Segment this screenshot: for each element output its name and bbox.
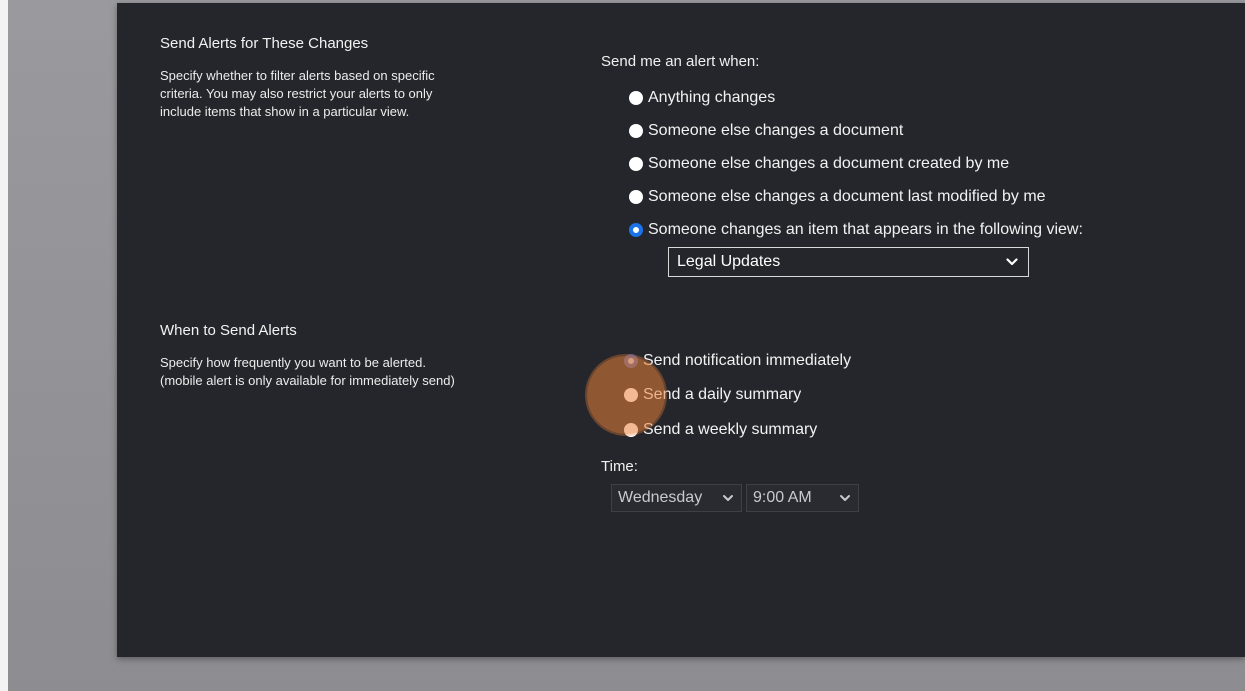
radio-document-last-modified-by-me[interactable]: Someone else changes a document last mod… — [629, 186, 1046, 208]
radio-button[interactable] — [624, 423, 638, 437]
day-select[interactable]: Wednesday — [611, 484, 742, 512]
radio-document-created-by-me[interactable]: Someone else changes a document created … — [629, 153, 1009, 175]
when-section-title: When to Send Alerts — [160, 322, 297, 339]
alerts-section-description: Specify whether to filter alerts based o… — [160, 67, 560, 121]
time-label: Time: — [601, 458, 638, 475]
radio-button-selected[interactable] — [629, 223, 643, 237]
alert-when-prompt: Send me an alert when: — [601, 53, 760, 70]
view-select[interactable]: Legal Updates — [668, 247, 1029, 277]
chevron-down-icon — [840, 495, 850, 501]
radio-label: Send a weekly summary — [643, 421, 818, 438]
alerts-section-title: Send Alerts for These Changes — [160, 35, 369, 52]
radio-label: Someone else changes a document created … — [648, 155, 1010, 172]
radio-weekly-summary[interactable]: Send a weekly summary — [624, 419, 817, 441]
description-line: Specify how frequently you want to be al… — [160, 355, 426, 370]
radio-label: Send notification immediately — [643, 352, 852, 369]
radio-label: Someone changes an item that appears in … — [648, 221, 1083, 238]
radio-item-in-view[interactable]: Someone changes an item that appears in … — [629, 219, 1083, 241]
radio-daily-summary[interactable]: Send a daily summary — [624, 384, 801, 406]
chevron-down-icon — [1006, 258, 1018, 266]
radio-label: Someone else changes a document — [648, 122, 904, 139]
radio-button[interactable] — [629, 190, 643, 204]
radio-anything-changes[interactable]: Anything changes — [629, 87, 775, 109]
chevron-down-icon — [723, 495, 733, 501]
radio-label: Someone else changes a document last mod… — [648, 188, 1046, 205]
when-section-description: Specify how frequently you want to be al… — [160, 354, 560, 390]
description-line: criteria. You may also restrict your ale… — [160, 86, 433, 101]
time-select-value: 9:00 AM — [753, 489, 812, 506]
description-line: include items that show in a particular … — [160, 104, 410, 119]
radio-label: Anything changes — [648, 89, 776, 106]
description-line: (mobile alert is only available for imme… — [160, 373, 455, 388]
radio-label: Send a daily summary — [643, 386, 802, 403]
view-select-value: Legal Updates — [677, 253, 781, 270]
radio-button[interactable] — [629, 124, 643, 138]
radio-button[interactable] — [629, 157, 643, 171]
time-select[interactable]: 9:00 AM — [746, 484, 859, 512]
radio-button[interactable] — [624, 388, 638, 402]
description-line: Specify whether to filter alerts based o… — [160, 68, 435, 83]
radio-button-selected[interactable] — [624, 354, 638, 368]
radio-someone-else-changes-document[interactable]: Someone else changes a document — [629, 120, 903, 142]
radio-button[interactable] — [629, 91, 643, 105]
day-select-value: Wednesday — [618, 489, 703, 506]
radio-send-immediately[interactable]: Send notification immediately — [624, 350, 851, 372]
